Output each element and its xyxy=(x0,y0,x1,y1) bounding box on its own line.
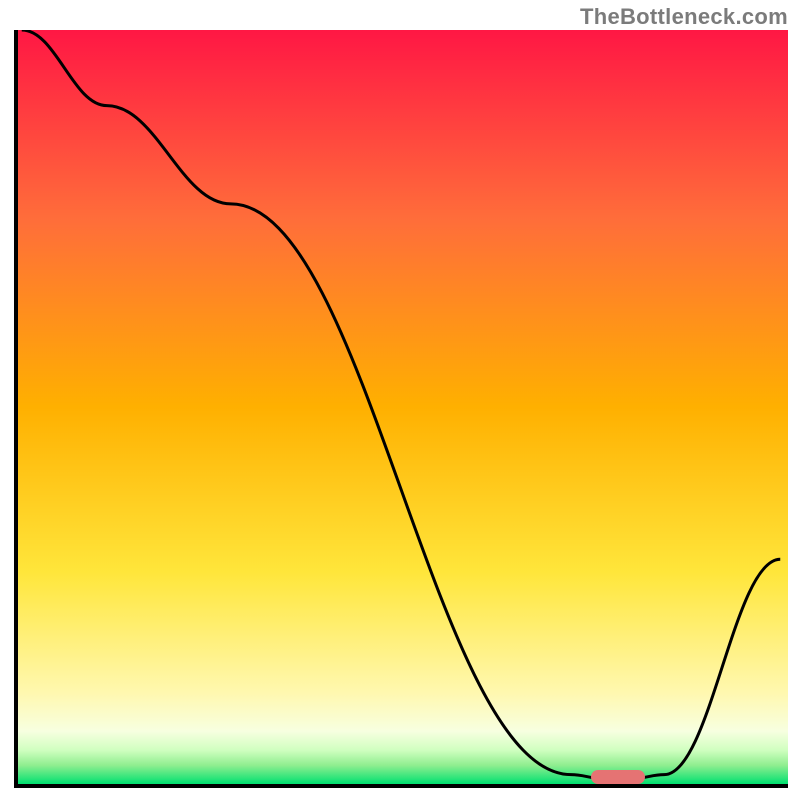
chart-container: TheBottleneck.com xyxy=(0,0,800,800)
watermark-text: TheBottleneck.com xyxy=(580,4,788,30)
plot-area xyxy=(14,30,788,790)
chart-svg xyxy=(14,30,788,790)
optimum-marker xyxy=(591,770,645,784)
gradient-background xyxy=(14,30,788,784)
